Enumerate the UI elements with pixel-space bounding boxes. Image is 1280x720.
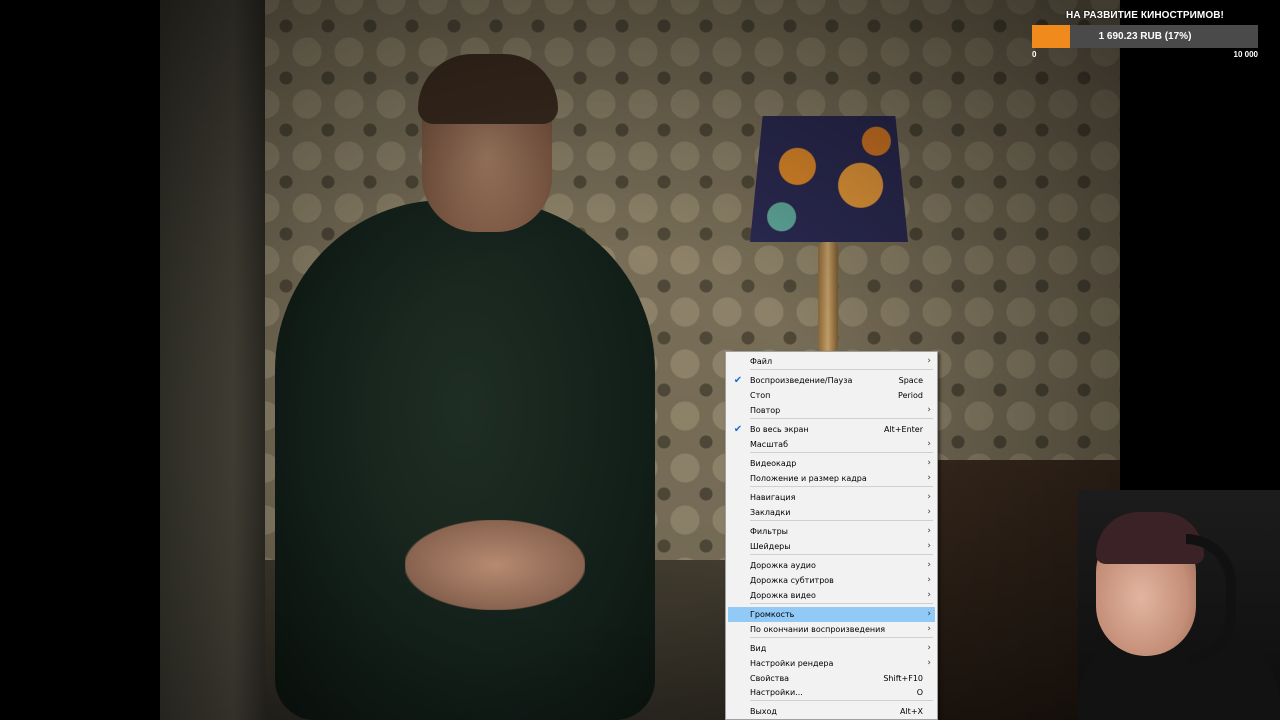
- menu-item-label: Дорожка аудио: [750, 561, 816, 570]
- donation-goal-widget: НА РАЗВИТИЕ КИНОСТРИМОВ! 1 690.23 RUB (1…: [1030, 10, 1260, 62]
- chevron-right-icon: ›: [927, 526, 931, 536]
- donation-min-label: 0: [1032, 50, 1037, 59]
- menu-item-label: Масштаб: [750, 440, 789, 449]
- menu-item-label: Громкость: [750, 610, 795, 619]
- menu-item-16[interactable]: Громкость ›: [728, 607, 935, 622]
- menu-item-label: Дорожка субтитров: [750, 576, 834, 585]
- menu-item-label: Файл: [750, 357, 773, 366]
- menu-item-label: Выход: [750, 707, 777, 716]
- checkmark-icon: ✔: [733, 375, 743, 386]
- menu-item-15[interactable]: Дорожка видео ›: [728, 588, 935, 603]
- chevron-right-icon: ›: [927, 356, 931, 366]
- chevron-right-icon: ›: [927, 575, 931, 585]
- menu-item-14[interactable]: Дорожка субтитров ›: [728, 573, 935, 588]
- menu-item-label: Настройки...: [750, 688, 803, 697]
- chevron-right-icon: ›: [927, 609, 931, 619]
- menu-item-label: Вид: [750, 644, 767, 653]
- menu-item-22[interactable]: Выход Alt+X: [728, 704, 935, 719]
- donation-progress-bar: 1 690.23 RUB (17%): [1032, 25, 1258, 48]
- chevron-right-icon: ›: [927, 658, 931, 668]
- menu-item-4[interactable]: Повтор ›: [728, 403, 935, 418]
- menu-item-label: Навигация: [750, 493, 796, 502]
- menu-separator: [750, 452, 933, 453]
- donation-amount: 1 690.23 RUB (17%): [1098, 31, 1192, 42]
- menu-separator: [750, 418, 933, 419]
- menu-item-shortcut: Alt+Enter: [883, 425, 923, 434]
- menu-item-label: Воспроизведение/Пауза: [750, 376, 853, 385]
- context-menu: Файл › ✔ Воспроизведение/Пауза Space Стоп Peri…: [725, 351, 938, 720]
- chevron-right-icon: ›: [927, 492, 931, 502]
- chevron-right-icon: ›: [927, 590, 931, 600]
- menu-item-11[interactable]: Фильтры ›: [728, 524, 935, 539]
- menu-item-12[interactable]: Шейдеры ›: [728, 539, 935, 554]
- menu-item-shortcut: O: [916, 688, 923, 697]
- chevron-right-icon: ›: [927, 560, 931, 570]
- menu-item-label: Настройки рендера: [750, 659, 834, 668]
- chevron-right-icon: ›: [927, 439, 931, 449]
- video-vignette: [160, 0, 1120, 720]
- menu-item-shortcut: Space: [898, 376, 923, 385]
- menu-item-shortcut: Shift+F10: [883, 674, 923, 683]
- menu-item-17[interactable]: По окончании воспроизведения ›: [728, 622, 935, 637]
- menu-separator: [750, 603, 933, 604]
- menu-item-21[interactable]: Настройки... O: [728, 685, 935, 700]
- menu-separator: [750, 520, 933, 521]
- menu-item-shortcut: Alt+X: [899, 707, 923, 716]
- menu-item-label: Фильтры: [750, 527, 788, 536]
- menu-item-6[interactable]: Масштаб ›: [728, 437, 935, 452]
- chevron-right-icon: ›: [927, 405, 931, 415]
- menu-item-1[interactable]: Файл ›: [728, 354, 935, 369]
- menu-item-label: Стоп: [750, 391, 771, 400]
- menu-item-2[interactable]: ✔ Воспроизведение/Пауза Space: [728, 373, 935, 388]
- menu-item-shortcut: Period: [898, 391, 923, 400]
- menu-item-label: Закладки: [750, 508, 791, 517]
- menu-item-19[interactable]: Настройки рендера ›: [728, 656, 935, 671]
- donation-title: НА РАЗВИТИЕ КИНОСТРИМОВ!: [1066, 10, 1224, 21]
- menu-separator: [750, 637, 933, 638]
- menu-separator: [750, 486, 933, 487]
- menu-item-7[interactable]: Видеокадр ›: [728, 456, 935, 471]
- chevron-right-icon: ›: [927, 473, 931, 483]
- menu-item-label: Во весь экран: [750, 425, 809, 434]
- menu-item-10[interactable]: Закладки ›: [728, 505, 935, 520]
- checkmark-icon: ✔: [733, 424, 743, 435]
- menu-item-label: Видеокадр: [750, 459, 797, 468]
- menu-item-8[interactable]: Положение и размер кадра ›: [728, 471, 935, 486]
- webcam-overlay: [1078, 490, 1280, 720]
- chevron-right-icon: ›: [927, 643, 931, 653]
- menu-separator: [750, 700, 933, 701]
- menu-item-label: Свойства: [750, 674, 790, 683]
- webcam-streamer-body: [1078, 640, 1280, 720]
- menu-item-13[interactable]: Дорожка аудио ›: [728, 558, 935, 573]
- menu-item-3[interactable]: Стоп Period: [728, 388, 935, 403]
- menu-item-label: Положение и размер кадра: [750, 474, 867, 483]
- chevron-right-icon: ›: [927, 541, 931, 551]
- menu-item-label: Дорожка видео: [750, 591, 816, 600]
- menu-item-label: Повтор: [750, 406, 781, 415]
- menu-item-5[interactable]: ✔ Во весь экран Alt+Enter: [728, 422, 935, 437]
- menu-item-9[interactable]: Навигация ›: [728, 490, 935, 505]
- video-frame[interactable]: [160, 0, 1120, 720]
- menu-separator: [750, 554, 933, 555]
- menu-item-18[interactable]: Вид ›: [728, 641, 935, 656]
- chevron-right-icon: ›: [927, 458, 931, 468]
- chevron-right-icon: ›: [927, 624, 931, 634]
- donation-max-label: 10 000: [1233, 50, 1258, 59]
- menu-item-20[interactable]: Свойства Shift+F10: [728, 671, 935, 686]
- menu-separator: [750, 369, 933, 370]
- chevron-right-icon: ›: [927, 507, 931, 517]
- menu-item-label: Шейдеры: [750, 542, 791, 551]
- menu-item-label: По окончании воспроизведения: [750, 625, 886, 634]
